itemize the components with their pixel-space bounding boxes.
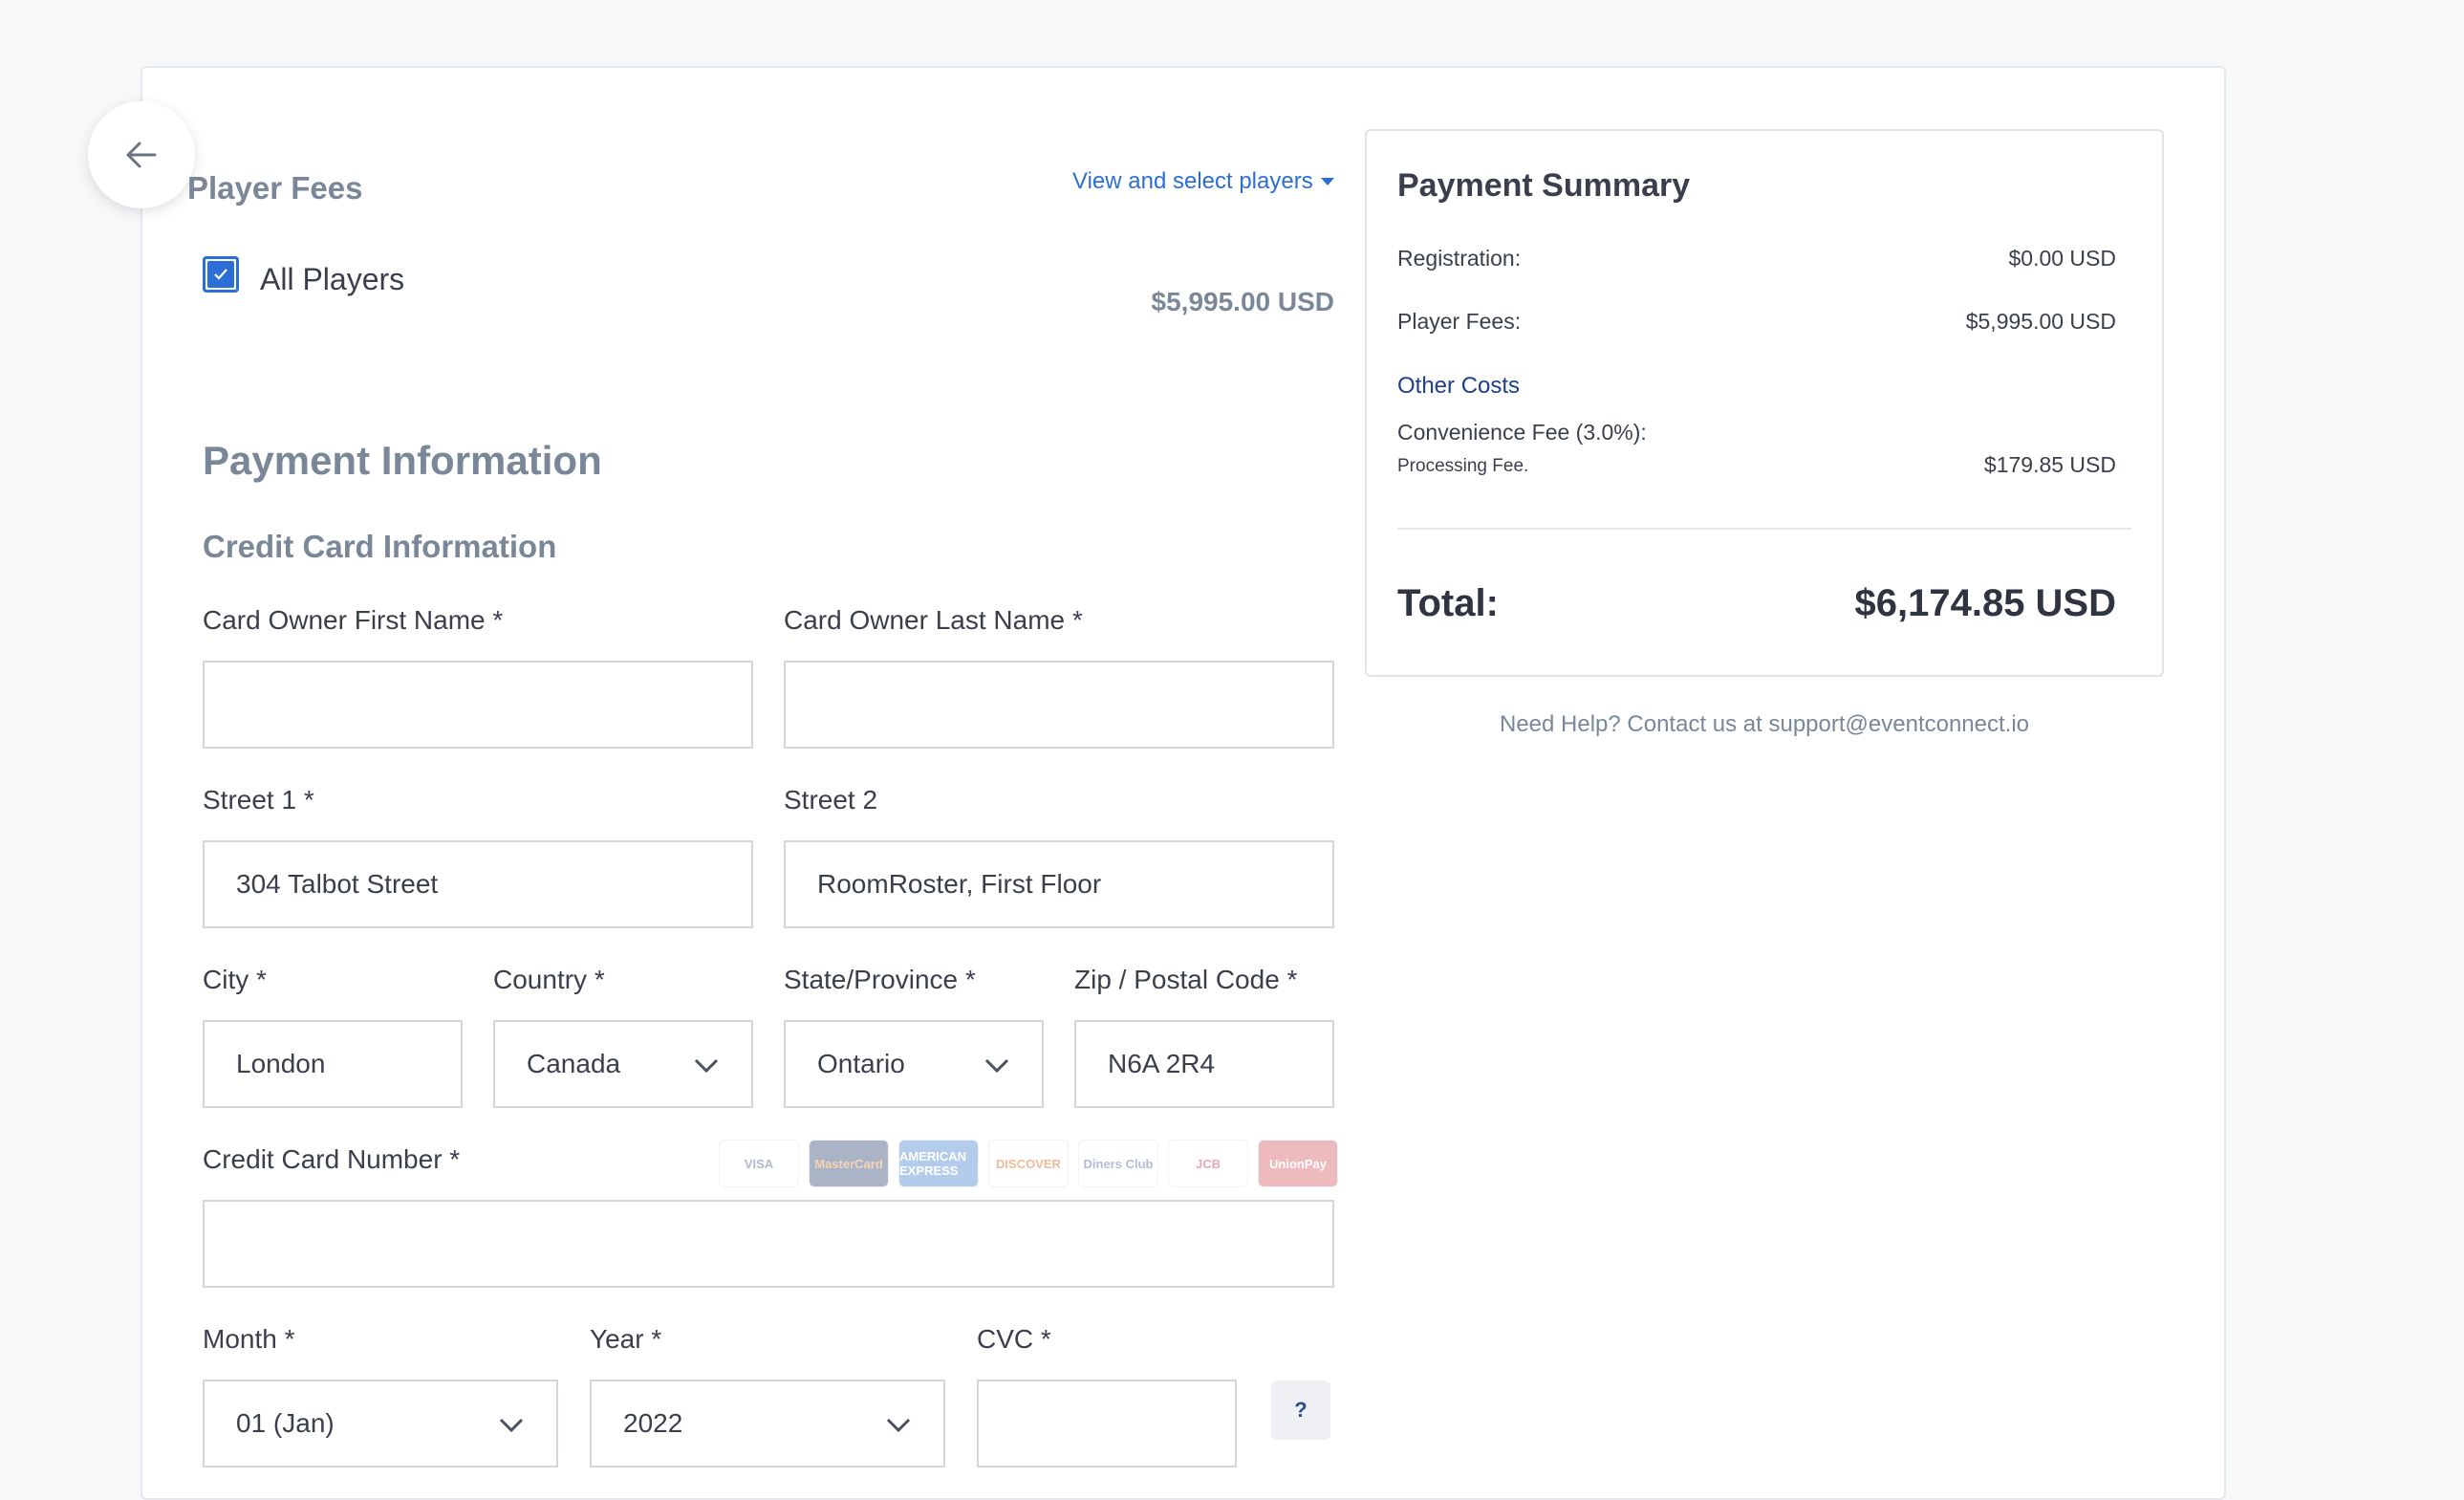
payment-summary-title: Payment Summary xyxy=(1397,167,1691,204)
arrow-left-icon xyxy=(126,141,157,168)
country-value: Canada xyxy=(527,1049,621,1078)
street1-label: Street 1 * xyxy=(203,785,314,815)
chevron-down-icon xyxy=(499,1418,524,1433)
cvc-label: CVC * xyxy=(977,1324,1051,1354)
chevron-down-icon xyxy=(984,1058,1009,1074)
accepted-cards: VISA MasterCard AMERICAN EXPRESS DISCOVER Di… xyxy=(719,1140,1338,1187)
month-select[interactable]: 01 (Jan) xyxy=(203,1380,558,1467)
country-label: Country * xyxy=(493,965,605,994)
summary-divider xyxy=(1397,528,2131,530)
player-fees-amount: $5,995.00 USD xyxy=(1151,287,1334,316)
cvc-help-button[interactable]: ? xyxy=(1271,1380,1330,1440)
month-label: Month * xyxy=(203,1324,295,1354)
payment-information-heading: Payment Information xyxy=(203,438,602,483)
state-value: Ontario xyxy=(817,1049,905,1078)
all-players-label: All Players xyxy=(260,262,405,296)
processing-fee-label: Processing Fee. xyxy=(1397,456,1529,476)
mastercard-logo: MasterCard xyxy=(809,1140,889,1187)
year-select[interactable]: 2022 xyxy=(590,1380,945,1467)
back-button[interactable] xyxy=(88,101,195,208)
registration-label: Registration: xyxy=(1397,246,1522,271)
chevron-down-icon xyxy=(694,1058,719,1074)
credit-card-information-heading: Credit Card Information xyxy=(203,529,557,564)
city-field[interactable]: London xyxy=(203,1020,463,1108)
player-fees-summary-value: $5,995.00 USD xyxy=(1965,309,2116,334)
month-value: 01 (Jan) xyxy=(236,1408,335,1438)
support-help-text[interactable]: Need Help? Contact us at support@eventco… xyxy=(1365,711,2164,738)
year-label: Year * xyxy=(590,1324,662,1354)
diners-logo: Diners Club xyxy=(1078,1140,1158,1187)
visa-logo: VISA xyxy=(719,1140,799,1187)
card-number-label: Credit Card Number * xyxy=(203,1144,461,1174)
player-fees-heading: Player Fees xyxy=(187,170,363,206)
processing-fee-value: $179.85 USD xyxy=(1983,452,2116,477)
chevron-down-icon xyxy=(886,1418,911,1433)
checkmark-icon xyxy=(207,261,234,288)
all-players-checkbox[interactable] xyxy=(203,256,239,293)
registration-value: $0.00 USD xyxy=(2008,246,2116,271)
state-label: State/Province * xyxy=(784,965,976,994)
amex-logo: AMERICAN EXPRESS xyxy=(898,1140,979,1187)
city-label: City * xyxy=(203,965,267,994)
zip-field[interactable]: N6A 2R4 xyxy=(1074,1020,1334,1108)
year-value: 2022 xyxy=(623,1408,683,1438)
zip-label: Zip / Postal Code * xyxy=(1074,965,1298,994)
player-fees-summary-label: Player Fees: xyxy=(1397,309,1522,334)
last-name-field[interactable] xyxy=(784,661,1334,749)
total-value: $6,174.85 USD xyxy=(1854,582,2116,624)
card-number-field[interactable] xyxy=(203,1200,1334,1288)
caret-down-icon xyxy=(1320,178,1334,185)
last-name-label: Card Owner Last Name * xyxy=(784,605,1083,635)
payment-summary-panel: Payment Summary Registration: $0.00 USD … xyxy=(1365,129,2164,677)
first-name-field[interactable] xyxy=(203,661,753,749)
street2-field[interactable]: RoomRoster, First Floor xyxy=(784,840,1334,928)
state-select[interactable]: Ontario xyxy=(784,1020,1044,1108)
total-label: Total: xyxy=(1397,582,1499,624)
view-select-players-link[interactable]: View and select players xyxy=(1072,168,1334,195)
street1-field[interactable]: 304 Talbot Street xyxy=(203,840,753,928)
view-select-players-label: View and select players xyxy=(1072,168,1313,194)
cvc-field[interactable] xyxy=(977,1380,1237,1467)
country-select[interactable]: Canada xyxy=(493,1020,753,1108)
first-name-label: Card Owner First Name * xyxy=(203,605,504,635)
unionpay-logo: UnionPay xyxy=(1258,1140,1338,1187)
other-costs-heading: Other Costs xyxy=(1397,373,1521,399)
discover-logo: DISCOVER xyxy=(988,1140,1069,1187)
jcb-logo: JCB xyxy=(1168,1140,1248,1187)
convenience-fee-label: Convenience Fee (3.0%): xyxy=(1397,420,1647,445)
street2-label: Street 2 xyxy=(784,785,878,815)
